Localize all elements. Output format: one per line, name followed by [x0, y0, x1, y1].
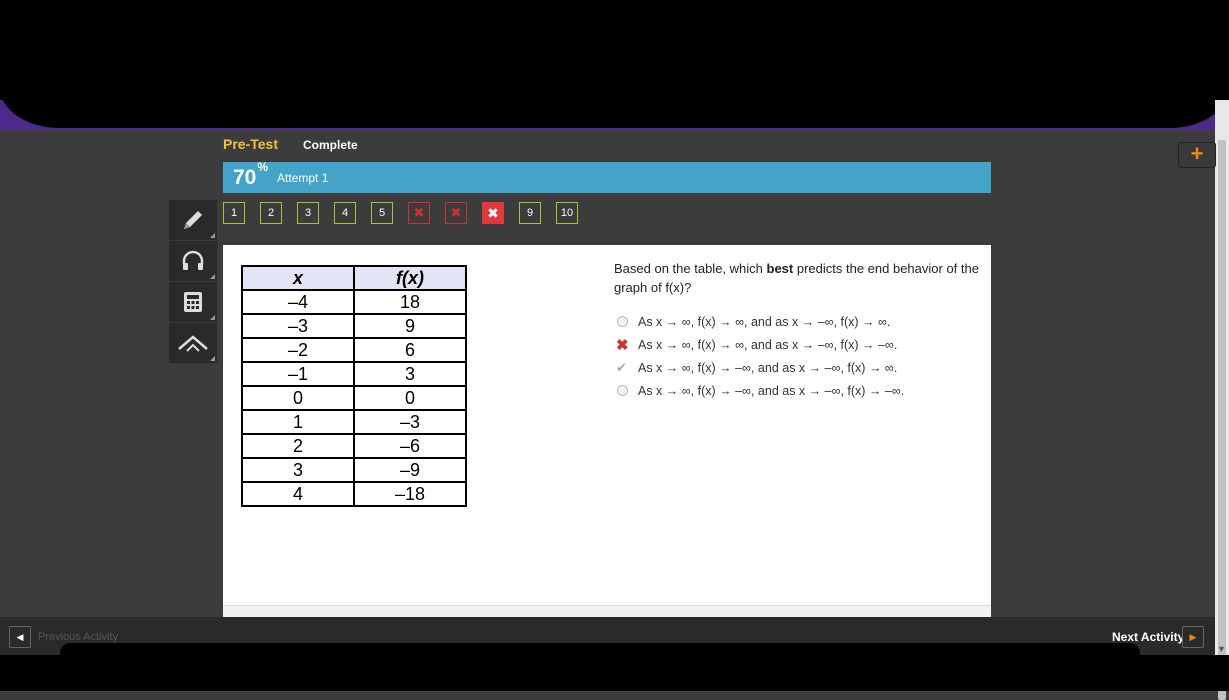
scroll-down-arrow-icon[interactable]: ▼: [1217, 644, 1226, 654]
cell-x: 4: [241, 481, 355, 507]
previous-activity-label[interactable]: Previous Activity: [38, 631, 118, 643]
cell-x: –4: [241, 289, 355, 315]
answer-options: As x → ∞, f(x) → ∞, and as x → –∞, f(x) …: [614, 310, 904, 402]
question-nav-button-10[interactable]: 10: [556, 202, 578, 224]
table-row: –4 18: [241, 289, 467, 315]
question-navigation: 1 2 3 4 5 ✖ ✖ ✖ 9 10: [223, 202, 593, 224]
table-header-row: x f(x): [241, 265, 467, 291]
calculator-icon: [184, 292, 202, 312]
calculator-tool-button[interactable]: [169, 282, 217, 323]
add-button[interactable]: +: [1178, 142, 1216, 168]
headphones-icon: [182, 250, 204, 270]
scrollbar-thumb[interactable]: [1218, 140, 1226, 700]
tool-sidebar: [169, 200, 217, 364]
correct-check-icon: ✔: [616, 359, 627, 375]
pencil-icon: [184, 211, 202, 229]
answer-option-1[interactable]: As x → ∞, f(x) → ∞, and as x → –∞, f(x) …: [614, 310, 904, 333]
question-nav-button-5[interactable]: 5: [371, 202, 393, 224]
pencil-tool-button[interactable]: [169, 200, 217, 241]
question-nav-button-4[interactable]: 4: [334, 202, 356, 224]
question-emphasis: best: [766, 261, 794, 276]
answer-option-3[interactable]: ✔ As x → ∞, f(x) → –∞, and as x → –∞, f(x…: [614, 356, 904, 379]
question-nav-button-2[interactable]: 2: [260, 202, 282, 224]
redacted-area-top: [0, 0, 1229, 100]
question-nav-button-6[interactable]: ✖: [408, 202, 430, 224]
question-text: Based on the table, which best predicts …: [614, 259, 979, 297]
table-row: –1 3: [241, 361, 467, 387]
attempt-label: Attempt 1: [277, 170, 329, 185]
table-row: 3 –9: [241, 457, 467, 483]
question-nav-button-8[interactable]: ✖: [482, 202, 504, 224]
table-row: 4 –18: [241, 481, 467, 507]
next-activity-label[interactable]: Next Activity: [1112, 630, 1184, 644]
question-nav-button-1[interactable]: 1: [223, 202, 245, 224]
radio-button-icon: [614, 385, 638, 396]
table-row: –2 6: [241, 337, 467, 363]
question-nav-button-9[interactable]: 9: [519, 202, 541, 224]
page-scrollbar[interactable]: ▼: [1215, 100, 1229, 700]
answer-option-text: As x → ∞, f(x) → ∞, and as x → –∞, f(x) …: [638, 337, 898, 352]
cell-x: –2: [241, 337, 355, 363]
answer-option-text: As x → ∞, f(x) → –∞, and as x → –∞, f(x)…: [638, 383, 905, 398]
question-nav-button-7[interactable]: ✖: [445, 202, 467, 224]
cell-x: 1: [241, 409, 355, 435]
cell-fx: 0: [353, 385, 467, 411]
cell-x: –1: [241, 361, 355, 387]
incorrect-x-icon: ✖: [616, 336, 629, 354]
cell-x: 2: [241, 433, 355, 459]
cell-fx: 6: [353, 337, 467, 363]
answer-option-4[interactable]: As x → ∞, f(x) → –∞, and as x → –∞, f(x)…: [614, 379, 904, 402]
status-label: Complete: [303, 138, 358, 152]
answer-option-text: As x → ∞, f(x) → –∞, and as x → –∞, f(x)…: [638, 360, 898, 375]
table-row: –3 9: [241, 313, 467, 339]
column-header-x: x: [241, 265, 355, 291]
collapse-icon: [178, 335, 208, 352]
question-text-start: Based on the table, which: [614, 261, 767, 276]
cell-fx: –18: [353, 481, 467, 507]
score-unit: %: [257, 159, 269, 174]
cell-x: –3: [241, 313, 355, 339]
score-bar: 70% Attempt 1: [223, 159, 991, 193]
column-header-fx: f(x): [353, 265, 467, 291]
answer-option-2[interactable]: ✖ As x → ∞, f(x) → ∞, and as x → –∞, f(x)…: [614, 333, 904, 356]
question-nav-button-3[interactable]: 3: [297, 202, 319, 224]
table-row: 00: [241, 385, 467, 411]
redacted-area-header: [0, 86, 1229, 128]
collapse-tool-button[interactable]: [169, 323, 217, 364]
cell-x: 0: [241, 385, 355, 411]
redacted-area-bottom: [0, 655, 1229, 691]
table-row: 1 –3: [241, 409, 467, 435]
cell-fx: 3: [353, 361, 467, 387]
function-table: x f(x) –4 18 –3 9 –2 6 –1 3 0 0 1 –3 2 –6 3 –9 4 –18: [241, 265, 467, 507]
cell-fx: –6: [353, 433, 467, 459]
cell-x: 3: [241, 457, 355, 483]
cell-fx: 9: [353, 313, 467, 339]
answer-option-text: As x → ∞, f(x) → ∞, and as x → –∞, f(x) …: [638, 314, 891, 329]
cell-fx: 18: [353, 289, 467, 315]
score-value: 70%: [233, 159, 269, 189]
table-row: 2 –6: [241, 433, 467, 459]
next-activity-button[interactable]: ▶: [1182, 626, 1204, 648]
page-title: Pre-Test: [223, 136, 278, 152]
previous-activity-button[interactable]: ◀: [9, 626, 31, 648]
radio-button-icon: [614, 316, 638, 327]
cell-fx: –3: [353, 409, 467, 435]
audio-tool-button[interactable]: [169, 241, 217, 282]
cell-fx: –9: [353, 457, 467, 483]
